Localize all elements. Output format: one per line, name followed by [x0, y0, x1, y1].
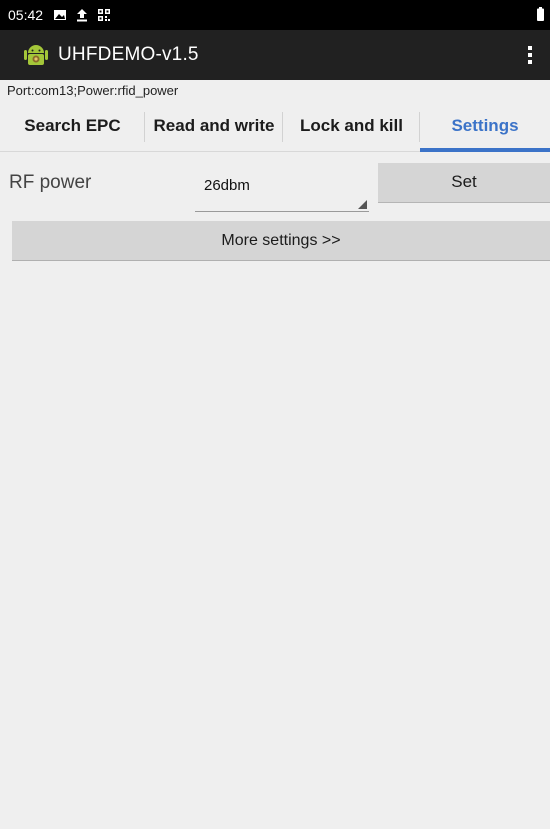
dropdown-caret-icon	[358, 200, 367, 209]
battery-icon	[537, 7, 544, 21]
tab-label: Lock and kill	[300, 115, 403, 135]
tab-bar: Search EPC Read and write Lock and kill …	[0, 100, 550, 152]
rf-power-spinner[interactable]: 26dbm	[195, 166, 369, 212]
app-title: UHFDEMO-v1.5	[58, 44, 199, 65]
status-bar: 05:42	[0, 0, 550, 30]
tab-search-epc[interactable]: Search EPC	[0, 100, 145, 151]
status-time: 05:42	[8, 7, 44, 23]
tab-read-and-write[interactable]: Read and write	[145, 100, 283, 151]
image-notification-icon	[54, 10, 67, 20]
overflow-menu-icon[interactable]	[524, 44, 536, 66]
rf-power-value: 26dbm	[204, 177, 250, 194]
android-app-icon	[24, 45, 48, 65]
tab-label: Search EPC	[24, 115, 121, 135]
tab-label: Settings	[451, 115, 519, 135]
app-bar: UHFDEMO-v1.5	[0, 30, 550, 80]
upload-icon	[77, 9, 88, 22]
more-settings-button[interactable]: More settings >>	[12, 221, 550, 261]
tab-settings[interactable]: Settings	[420, 100, 550, 152]
set-button[interactable]: Set	[378, 163, 550, 203]
tab-lock-and-kill[interactable]: Lock and kill	[283, 100, 420, 151]
rf-power-label: RF power	[9, 172, 92, 193]
port-power-info: Port:com13;Power:rfid_power	[7, 83, 179, 98]
qr-code-icon	[98, 9, 111, 21]
tab-label: Read and write	[153, 115, 275, 135]
tab-active-indicator	[420, 148, 550, 152]
